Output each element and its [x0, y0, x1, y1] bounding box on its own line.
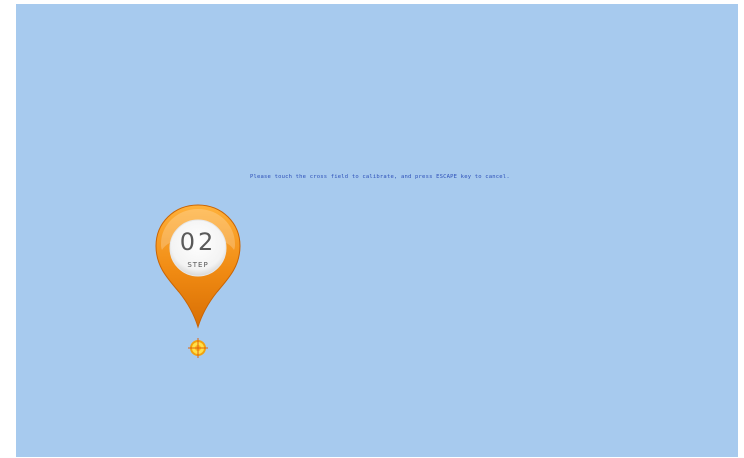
step-marker: 02 STEP: [153, 202, 243, 332]
calibration-instruction: Please touch the cross field to calibrat…: [250, 174, 510, 180]
step-label: STEP: [187, 261, 209, 269]
crosshair-target-icon[interactable]: [188, 338, 208, 358]
step-number: 02: [179, 228, 217, 256]
calibration-screen[interactable]: Please touch the cross field to calibrat…: [16, 4, 738, 457]
